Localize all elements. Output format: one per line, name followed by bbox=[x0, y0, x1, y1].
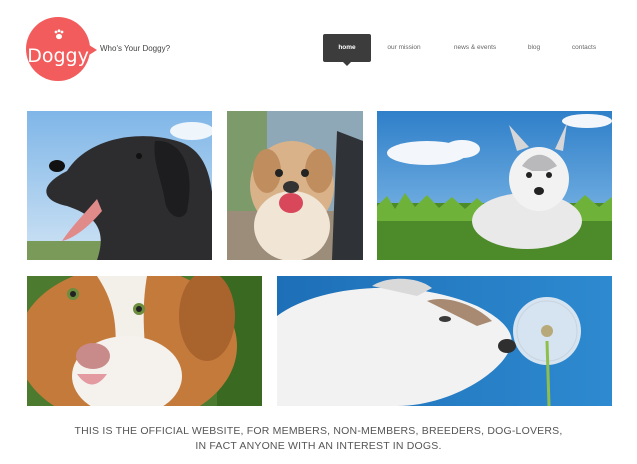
nav-item-news-events[interactable]: news & events bbox=[446, 34, 504, 62]
dog-photo-puppy-dandelion[interactable] bbox=[277, 276, 612, 406]
main-nav: home our mission news & events blog cont… bbox=[0, 34, 637, 66]
nav-item-home[interactable]: home bbox=[323, 34, 371, 66]
nav-item-contacts[interactable]: contacts bbox=[563, 34, 605, 62]
dog-photo-australian-shepherd-puppy[interactable] bbox=[27, 276, 262, 406]
site-description-line-2: IN FACT ANYONE WITH AN INTEREST IN DOGS. bbox=[195, 440, 442, 452]
dog-photo-husky-puppy-grass[interactable] bbox=[377, 111, 612, 260]
dog-photo-pointer[interactable] bbox=[27, 111, 212, 260]
nav-item-blog[interactable]: blog bbox=[520, 34, 548, 62]
dog-photo-shihtzu[interactable] bbox=[227, 111, 363, 260]
site-description-line-1: THIS IS THE OFFICIAL WEBSITE, FOR MEMBER… bbox=[74, 425, 563, 437]
nav-item-our-mission[interactable]: our mission bbox=[380, 34, 428, 62]
site-description: THIS IS THE OFFICIAL WEBSITE, FOR MEMBER… bbox=[0, 424, 637, 454]
